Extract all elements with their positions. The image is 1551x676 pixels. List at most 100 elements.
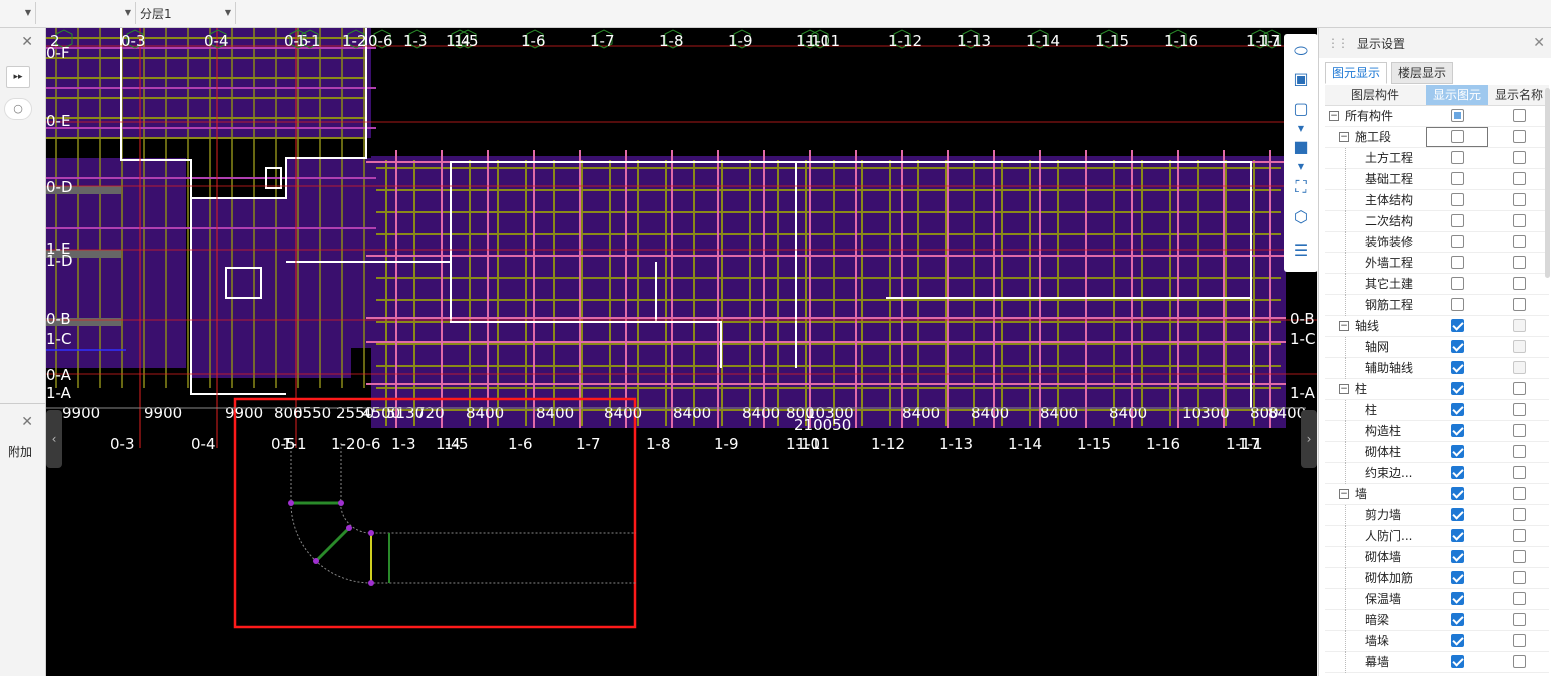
layer-select[interactable]: 分层1 ▼	[136, 2, 236, 24]
show-element-checkbox[interactable]	[1451, 340, 1464, 353]
table-row[interactable]: − 轴线	[1325, 316, 1549, 337]
toolbar-dropdown-2[interactable]: ▼	[36, 2, 136, 24]
show-name-checkbox[interactable]	[1513, 361, 1526, 374]
show-name-checkbox[interactable]	[1513, 550, 1526, 563]
show-element-checkbox[interactable]	[1451, 613, 1464, 626]
show-element-checkbox[interactable]	[1451, 361, 1464, 374]
table-row[interactable]: 钢筋工程	[1325, 295, 1549, 316]
close-icon[interactable]: ✕	[1533, 35, 1545, 51]
collapse-icon[interactable]: −	[1339, 132, 1349, 142]
table-row[interactable]: 幕墙	[1325, 652, 1549, 673]
grip-icon[interactable]: ⋮⋮	[1327, 36, 1349, 50]
show-name-checkbox[interactable]	[1513, 382, 1526, 395]
show-name-checkbox[interactable]	[1513, 445, 1526, 458]
collapse-icon[interactable]: −	[1329, 111, 1339, 121]
fit-view-icon[interactable]: ⛶	[1290, 176, 1312, 198]
table-row[interactable]: 主体结构	[1325, 190, 1549, 211]
table-row[interactable]: − 墙	[1325, 484, 1549, 505]
table-row[interactable]: 其它土建	[1325, 274, 1549, 295]
table-row[interactable]: − 施工段	[1325, 127, 1549, 148]
table-row[interactable]: 暗梁	[1325, 610, 1549, 631]
table-row[interactable]: 保温墙	[1325, 589, 1549, 610]
collapse-right-tab[interactable]: ›	[1301, 410, 1317, 468]
table-row[interactable]: 轴网	[1325, 337, 1549, 358]
table-row[interactable]: 墙垛	[1325, 631, 1549, 652]
table-row[interactable]: 基础工程	[1325, 169, 1549, 190]
show-name-checkbox[interactable]	[1513, 340, 1526, 353]
show-element-checkbox[interactable]	[1451, 319, 1464, 332]
show-element-checkbox[interactable]	[1451, 298, 1464, 311]
close-icon[interactable]: ✕	[21, 34, 33, 50]
collapse-icon[interactable]: −	[1339, 384, 1349, 394]
show-name-checkbox[interactable]	[1513, 193, 1526, 206]
show-name-checkbox[interactable]	[1513, 319, 1526, 332]
table-row[interactable]: 辅助轴线	[1325, 358, 1549, 379]
cad-drawing[interactable]: 2 0-3 0-4 0-51-1 1-2 0-6 1-3 1-41-5 1-6 1-7 1-8 1-9…	[46, 28, 1317, 676]
tab-floor-display[interactable]: 楼层显示	[1391, 62, 1454, 84]
show-element-checkbox[interactable]	[1451, 109, 1464, 122]
show-element-checkbox[interactable]	[1451, 550, 1464, 563]
show-element-checkbox[interactable]	[1451, 655, 1464, 668]
show-name-checkbox[interactable]	[1513, 109, 1526, 122]
chevron-down-icon[interactable]: ▼	[1284, 124, 1318, 133]
show-element-checkbox[interactable]	[1451, 130, 1464, 143]
show-element-checkbox[interactable]	[1451, 403, 1464, 416]
show-name-checkbox[interactable]	[1513, 592, 1526, 605]
table-row[interactable]: 装饰装修	[1325, 232, 1549, 253]
tab-element-display[interactable]: 图元显示	[1325, 62, 1388, 84]
show-name-checkbox[interactable]	[1513, 634, 1526, 647]
show-element-checkbox[interactable]	[1451, 172, 1464, 185]
table-row[interactable]: 人防门...	[1325, 526, 1549, 547]
show-name-checkbox[interactable]	[1513, 466, 1526, 479]
collapse-left-tab[interactable]: ‹	[46, 410, 62, 468]
drawing-canvas[interactable]: 2 0-3 0-4 0-5 1-1 1-2 0-6 1-3 1-4 1-5 1-6 1-7 1-8 1-9…	[46, 28, 1317, 676]
show-name-checkbox[interactable]	[1513, 172, 1526, 185]
collapse-icon[interactable]: −	[1339, 489, 1349, 499]
show-element-checkbox[interactable]	[1451, 592, 1464, 605]
show-name-checkbox[interactable]	[1513, 151, 1526, 164]
search-icon[interactable]: ○	[4, 98, 32, 120]
table-row[interactable]: − 所有构件	[1325, 106, 1549, 127]
show-element-checkbox[interactable]	[1451, 466, 1464, 479]
table-row[interactable]: 砌体加筋	[1325, 568, 1549, 589]
cube-view-icon[interactable]: ⬡	[1290, 206, 1312, 228]
table-row[interactable]: 砌体柱	[1325, 442, 1549, 463]
show-element-checkbox[interactable]	[1451, 277, 1464, 290]
show-element-checkbox[interactable]	[1451, 445, 1464, 458]
table-row[interactable]: 二次结构	[1325, 211, 1549, 232]
show-name-checkbox[interactable]	[1513, 487, 1526, 500]
table-row[interactable]: − 柱	[1325, 379, 1549, 400]
show-name-checkbox[interactable]	[1513, 130, 1526, 143]
column-header-show-name[interactable]: 显示名称	[1489, 85, 1549, 105]
orbit-icon[interactable]: ⬭	[1290, 40, 1312, 62]
show-element-checkbox[interactable]	[1451, 214, 1464, 227]
show-name-checkbox[interactable]	[1513, 256, 1526, 269]
table-row[interactable]: 柱	[1325, 400, 1549, 421]
show-name-checkbox[interactable]	[1513, 508, 1526, 521]
collapse-icon[interactable]: −	[1339, 321, 1349, 331]
table-row[interactable]: 剪力墙	[1325, 505, 1549, 526]
show-element-checkbox[interactable]	[1451, 529, 1464, 542]
show-name-checkbox[interactable]	[1513, 298, 1526, 311]
column-header-show-element[interactable]: 显示图元	[1426, 85, 1488, 105]
show-element-checkbox[interactable]	[1451, 424, 1464, 437]
show-element-checkbox[interactable]	[1451, 193, 1464, 206]
show-name-checkbox[interactable]	[1513, 277, 1526, 290]
box-view-icon[interactable]: ▢	[1290, 98, 1312, 120]
solid-view-icon[interactable]: ■	[1290, 136, 1312, 158]
show-element-checkbox[interactable]	[1451, 508, 1464, 521]
display-settings-icon[interactable]: ☰	[1290, 240, 1312, 262]
toolbar-dropdown-1[interactable]: ▼	[0, 2, 36, 24]
table-row[interactable]: 约束边...	[1325, 463, 1549, 484]
show-element-checkbox[interactable]	[1451, 571, 1464, 584]
show-element-checkbox[interactable]	[1451, 235, 1464, 248]
show-name-checkbox[interactable]	[1513, 235, 1526, 248]
chevron-down-icon[interactable]: ▼	[1284, 162, 1318, 171]
table-row[interactable]: 砌体墙	[1325, 547, 1549, 568]
show-element-checkbox[interactable]	[1451, 382, 1464, 395]
show-element-checkbox[interactable]	[1451, 151, 1464, 164]
close-icon[interactable]: ✕	[21, 414, 33, 430]
show-name-checkbox[interactable]	[1513, 529, 1526, 542]
expand-button[interactable]: ▸▸	[6, 66, 30, 88]
show-name-checkbox[interactable]	[1513, 214, 1526, 227]
